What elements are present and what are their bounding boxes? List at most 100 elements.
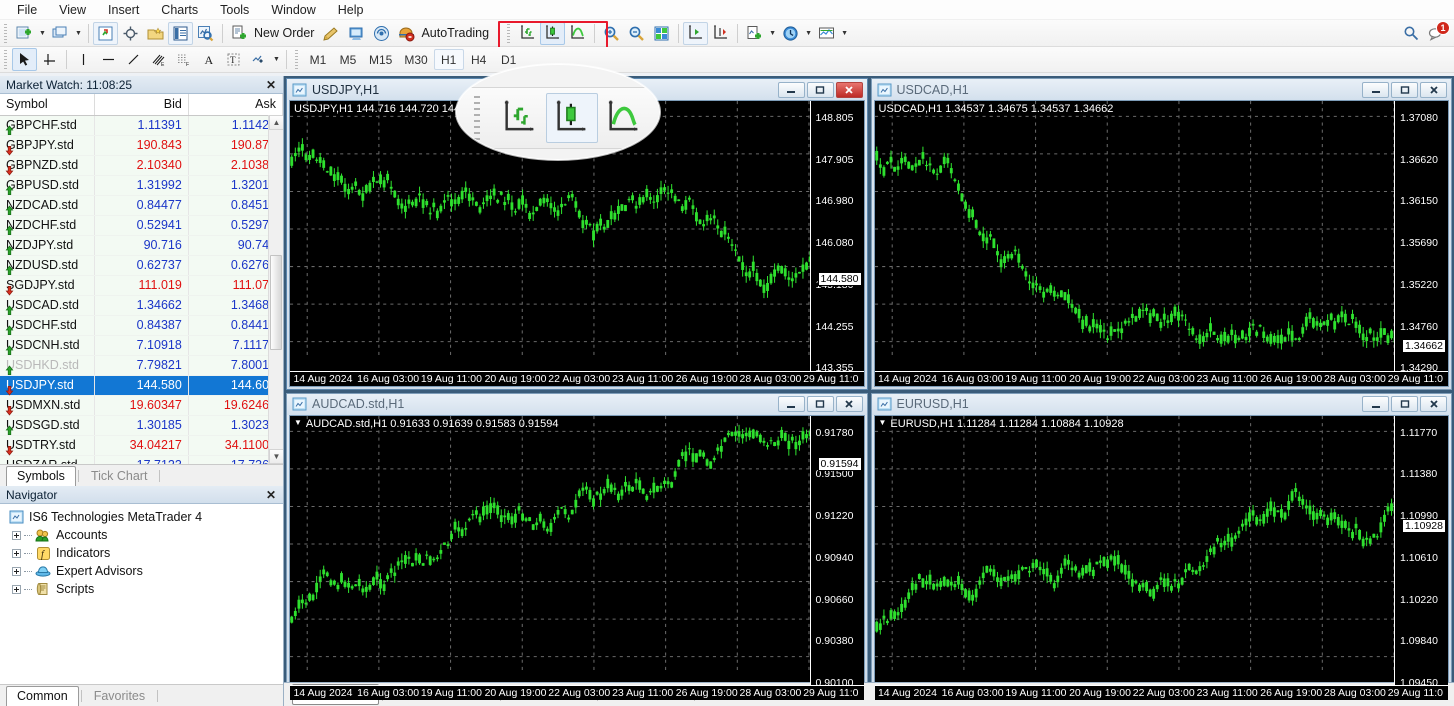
close-button[interactable] xyxy=(1420,396,1447,412)
new-order-icon[interactable] xyxy=(227,22,252,45)
menu-item-window[interactable]: Window xyxy=(260,1,326,19)
new-chart-button[interactable] xyxy=(12,22,37,45)
data-window-button[interactable] xyxy=(118,22,143,45)
chart-titlebar[interactable]: USDCAD,H1 xyxy=(871,79,1451,100)
trendline-icon[interactable] xyxy=(121,48,146,71)
chart-titlebar[interactable]: EURUSD,H1 xyxy=(871,393,1451,415)
close-icon[interactable]: ✕ xyxy=(263,488,279,502)
navigator-tab-common[interactable]: Common xyxy=(6,686,79,706)
minimize-button[interactable] xyxy=(1362,81,1389,98)
periods-button[interactable] xyxy=(778,22,803,45)
close-icon[interactable]: ✕ xyxy=(263,78,279,92)
toolbar-grip[interactable] xyxy=(2,50,9,69)
scroll-up-button[interactable]: ▲ xyxy=(269,115,283,130)
minimize-button[interactable] xyxy=(777,396,805,412)
equidistant-channel-icon[interactable]: E xyxy=(146,48,171,71)
market-watch-tab-symbols[interactable]: Symbols xyxy=(6,466,76,486)
tile-windows-button[interactable] xyxy=(649,22,674,45)
autotrading-icon[interactable] xyxy=(394,22,419,45)
navigator-item-expert-advisors[interactable]: Expert Advisors xyxy=(6,562,283,580)
menu-item-help[interactable]: Help xyxy=(327,1,375,19)
chart-canvas[interactable]: ▼ EURUSD,H1 1.11284 1.11284 1.10884 1.109… xyxy=(873,414,1449,701)
metaeditor-button[interactable] xyxy=(319,22,344,45)
collapse-icon[interactable]: ▼ xyxy=(294,418,302,427)
market-watch-tab-tick-chart[interactable]: Tick Chart xyxy=(81,467,158,486)
scrollbar-thumb[interactable] xyxy=(270,255,282,350)
navigator-root[interactable]: IS6 Technologies MetaTrader 4 xyxy=(6,508,283,526)
table-row[interactable]: USDJPY.std 144.580 144.605 xyxy=(0,375,283,396)
chart-window-usdjpy-h1[interactable]: USDJPY,H1 USDJPY,H1 144.716 144.720 144.5… xyxy=(286,78,868,390)
expert-advisors-button[interactable] xyxy=(344,22,369,45)
menu-item-file[interactable]: File xyxy=(6,1,48,19)
templates-button[interactable] xyxy=(814,22,839,45)
signals-button[interactable] xyxy=(369,22,394,45)
expand-icon[interactable] xyxy=(12,566,21,576)
candlestick-chart-button[interactable] xyxy=(540,21,566,45)
bar-chart-button[interactable] xyxy=(515,22,540,45)
chart-titlebar[interactable]: AUDCAD.std,H1 xyxy=(287,393,867,415)
profiles-button[interactable] xyxy=(48,22,73,45)
expand-icon[interactable] xyxy=(12,584,21,594)
table-row[interactable]: GBPJPY.std 190.843 190.879 xyxy=(0,135,283,156)
timeframe-button-h1[interactable]: H1 xyxy=(433,49,464,70)
table-row[interactable]: NZDJPY.std 90.716 90.745 xyxy=(0,235,283,256)
navigator-item-accounts[interactable]: Accounts xyxy=(6,526,283,544)
scroll-down-button[interactable]: ▼ xyxy=(269,449,283,464)
collapse-icon[interactable]: ▼ xyxy=(879,418,887,427)
market-watch-button[interactable] xyxy=(93,21,118,45)
table-row[interactable]: NZDCAD.std 0.84477 0.84517 xyxy=(0,195,283,216)
table-row[interactable]: NZDCHF.std 0.52941 0.52979 xyxy=(0,215,283,236)
minimize-button[interactable] xyxy=(1362,396,1389,412)
shapes-dropdown[interactable]: ▼ xyxy=(271,48,282,71)
table-row[interactable]: USDMXN.std 19.60347 19.62461 xyxy=(0,395,283,416)
y-axis[interactable]: 1.11770 1.11380 1.10990 1.10610 1.10220 1.098… xyxy=(1394,415,1448,700)
chart-canvas[interactable]: ▼ AUDCAD.std,H1 0.91633 0.91639 0.91583 0… xyxy=(289,414,865,701)
cursor-icon[interactable] xyxy=(12,48,37,71)
text-icon[interactable]: A xyxy=(196,48,221,71)
x-axis[interactable]: 14 Aug 2024 16 Aug 03:00 19 Aug 11:00 20 Au… xyxy=(874,685,1448,700)
line-chart-button[interactable] xyxy=(565,22,590,45)
menu-item-tools[interactable]: Tools xyxy=(209,1,260,19)
alerts-icon[interactable]: 1 xyxy=(1424,20,1450,45)
profiles-dropdown[interactable]: ▼ xyxy=(73,22,84,45)
toolbar-grip[interactable] xyxy=(2,23,9,43)
autotrading-label[interactable]: AutoTrading xyxy=(419,26,494,40)
new-chart-dropdown[interactable]: ▼ xyxy=(37,22,48,45)
chart-shift-button[interactable] xyxy=(683,21,709,45)
auto-scroll-button[interactable] xyxy=(708,22,733,45)
chart-titlebar[interactable]: USDJPY,H1 xyxy=(287,79,867,100)
table-row[interactable]: USDCNH.std 7.10918 7.11171 xyxy=(0,335,283,356)
chart-window-eurusd-h1[interactable]: EURUSD,H1 ▼ EURUSD,H1 1.11284 1.11284 1.10… xyxy=(870,392,1452,704)
strategy-tester-button[interactable] xyxy=(193,22,218,45)
menu-item-view[interactable]: View xyxy=(48,1,97,19)
templates-dropdown[interactable]: ▼ xyxy=(839,22,850,45)
zoom-in-button[interactable] xyxy=(599,22,624,45)
expand-icon[interactable] xyxy=(12,548,21,558)
periods-dropdown[interactable]: ▼ xyxy=(803,22,814,45)
search-icon[interactable] xyxy=(1399,22,1424,45)
y-axis[interactable]: 148.805147.905146.980146.080145.180144.2… xyxy=(809,101,864,386)
crosshair-icon[interactable] xyxy=(37,48,62,71)
market-watch-grid[interactable]: Symbol Bid Ask GBPCHF.std 1.11391 1.11423 G… xyxy=(0,94,283,464)
x-axis[interactable]: 14 Aug 2024 16 Aug 03:00 19 Aug 11:00 20 Au… xyxy=(874,370,1448,386)
table-row[interactable]: NZDUSD.std 0.62737 0.62761 xyxy=(0,255,283,276)
timeframe-button-m30[interactable]: M30 xyxy=(398,49,433,70)
x-axis[interactable]: 14 Aug 2024 16 Aug 03:00 19 Aug 11:00 20 Au… xyxy=(290,370,864,386)
maximize-button[interactable] xyxy=(1391,396,1418,412)
timeframe-button-m1[interactable]: M1 xyxy=(303,49,333,70)
table-row[interactable]: USDCHF.std 0.84387 0.84414 xyxy=(0,315,283,336)
expand-icon[interactable] xyxy=(12,530,21,540)
table-row[interactable]: USDZAR.std17.712317.7369 xyxy=(0,455,283,464)
column-header-ask[interactable]: Ask xyxy=(188,94,283,116)
chart-type-group-grip[interactable] xyxy=(505,23,513,43)
text-label-icon[interactable]: T xyxy=(221,48,246,71)
zoom-out-button[interactable] xyxy=(624,22,649,45)
indicators-dropdown[interactable]: ▼ xyxy=(767,22,778,45)
navigator-button[interactable] xyxy=(143,22,168,45)
navigator-item-scripts[interactable]: Scripts xyxy=(6,580,283,598)
navigator-item-indicators[interactable]: f Indicators xyxy=(6,544,283,562)
timeframe-button-d1[interactable]: D1 xyxy=(494,49,524,70)
navigator-tab-favorites[interactable]: Favorites xyxy=(84,687,155,706)
table-row[interactable]: GBPUSD.std 1.31992 1.32017 xyxy=(0,175,283,196)
new-order-label[interactable]: New Order xyxy=(252,26,319,40)
